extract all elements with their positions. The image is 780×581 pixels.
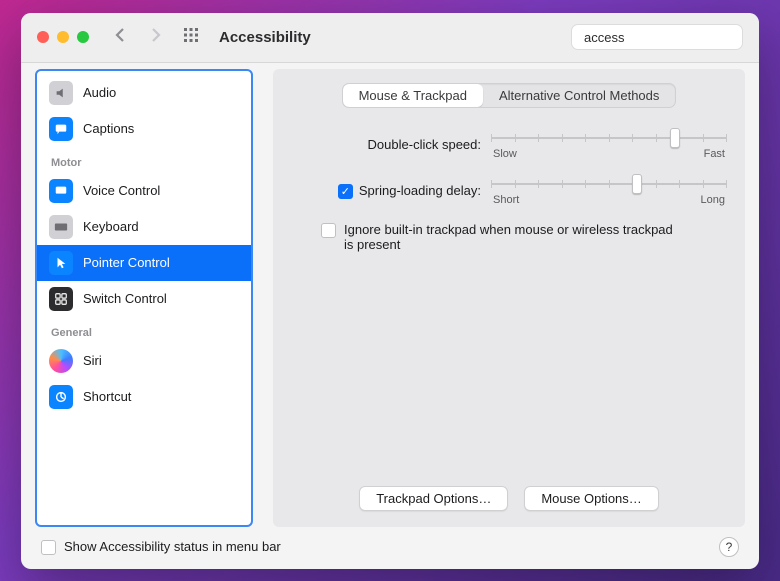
close-window-button[interactable] [37, 31, 49, 43]
tab-alternative-control[interactable]: Alternative Control Methods [483, 84, 675, 107]
pointer-control-icon [49, 251, 73, 275]
spring-loading-delay-slider[interactable] [491, 176, 727, 192]
slider-thumb[interactable] [670, 128, 680, 148]
forward-button[interactable] [147, 27, 163, 48]
mouse-options-button[interactable]: Mouse Options… [524, 486, 658, 511]
slider-max-label: Fast [704, 148, 725, 160]
window-footer: Show Accessibility status in menu bar ? [35, 535, 745, 559]
slider-min-label: Short [493, 194, 519, 206]
tab-segmented-control[interactable]: Mouse & Trackpad Alternative Control Met… [342, 83, 677, 108]
back-button[interactable] [113, 27, 129, 48]
sidebar-item-label: Keyboard [83, 219, 139, 234]
show-status-label: Show Accessibility status in menu bar [64, 539, 281, 554]
spring-loading-delay-row: ✓ Spring-loading delay: Short Lo [291, 176, 727, 206]
show-status-checkbox[interactable] [41, 540, 56, 555]
traffic-lights [37, 31, 89, 43]
ignore-trackpad-row: Ignore built-in trackpad when mouse or w… [291, 222, 727, 252]
audio-icon [49, 81, 73, 105]
sidebar-item-pointer-control[interactable]: Pointer Control [37, 245, 251, 281]
category-sidebar[interactable]: Audio Captions Motor Voice Control [35, 69, 253, 527]
window-title: Accessibility [219, 29, 311, 46]
ignore-trackpad-label: Ignore built-in trackpad when mouse or w… [344, 222, 674, 252]
tab-mouse-trackpad[interactable]: Mouse & Trackpad [343, 84, 483, 107]
section-motor: Motor [37, 147, 251, 173]
titlebar: Accessibility ✕ [21, 13, 759, 63]
sidebar-item-keyboard[interactable]: Keyboard [37, 209, 251, 245]
slider-thumb[interactable] [632, 174, 642, 194]
ignore-trackpad-checkbox[interactable] [321, 223, 336, 238]
double-click-speed-row: Double-click speed: Slow Fast [291, 130, 727, 160]
help-button[interactable]: ? [719, 537, 739, 557]
sidebar-item-label: Voice Control [83, 183, 160, 198]
spring-loading-label: Spring-loading delay: [359, 183, 481, 198]
show-all-prefs-button[interactable] [183, 27, 199, 48]
slider-min-label: Slow [493, 148, 517, 160]
double-click-label: Double-click speed: [368, 137, 481, 152]
sidebar-item-audio[interactable]: Audio [37, 75, 251, 111]
sidebar-item-siri[interactable]: Siri [37, 343, 251, 379]
captions-icon [49, 117, 73, 141]
sidebar-item-label: Captions [83, 121, 134, 136]
sidebar-item-captions[interactable]: Captions [37, 111, 251, 147]
minimize-window-button[interactable] [57, 31, 69, 43]
accessibility-preferences-window: Accessibility ✕ Audio [21, 13, 759, 569]
shortcut-icon [49, 385, 73, 409]
double-click-speed-slider[interactable] [491, 130, 727, 146]
slider-max-label: Long [701, 194, 725, 206]
search-input[interactable] [584, 30, 759, 45]
sidebar-item-shortcut[interactable]: Shortcut [37, 379, 251, 415]
sidebar-item-label: Switch Control [83, 291, 167, 306]
nav-arrows [113, 27, 163, 48]
spring-loading-checkbox[interactable]: ✓ [338, 184, 353, 199]
sidebar-item-switch-control[interactable]: Switch Control [37, 281, 251, 317]
keyboard-icon [49, 215, 73, 239]
sidebar-item-label: Siri [83, 353, 102, 368]
sidebar-item-label: Audio [83, 85, 116, 100]
settings-pane: Mouse & Trackpad Alternative Control Met… [273, 69, 745, 527]
trackpad-options-button[interactable]: Trackpad Options… [359, 486, 508, 511]
sidebar-item-voice-control[interactable]: Voice Control [37, 173, 251, 209]
siri-icon [49, 349, 73, 373]
sidebar-item-label: Shortcut [83, 389, 131, 404]
section-general: General [37, 317, 251, 343]
sidebar-item-label: Pointer Control [83, 255, 170, 270]
zoom-window-button[interactable] [77, 31, 89, 43]
switch-control-icon [49, 287, 73, 311]
search-field[interactable]: ✕ [571, 24, 743, 50]
voice-control-icon [49, 179, 73, 203]
